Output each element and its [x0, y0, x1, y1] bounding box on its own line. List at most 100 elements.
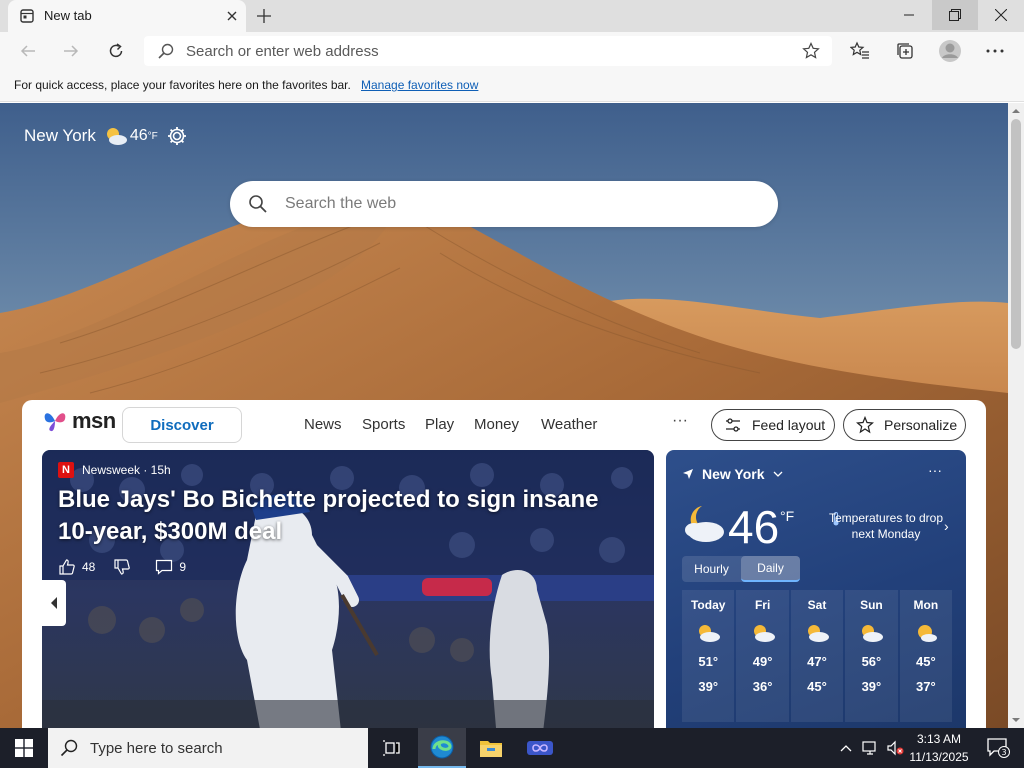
weather-card[interactable]: New York ··· 46 °F Temperatures to drop …: [666, 450, 966, 728]
forecast-day[interactable]: Sun 56° 39°: [845, 590, 898, 722]
page-scrollbar[interactable]: [1008, 103, 1024, 728]
scroll-up-arrow-icon[interactable]: [1012, 107, 1020, 115]
profile-button[interactable]: [936, 37, 964, 65]
hero-source-label: Newsweek · 15h: [82, 463, 171, 477]
forecast-low: 39°: [861, 679, 882, 694]
app-taskbar-button[interactable]: [516, 728, 564, 768]
back-arrow-icon: [20, 45, 35, 57]
back-button[interactable]: [14, 37, 42, 65]
clock-time: 3:13 AM: [916, 732, 962, 746]
network-status-button[interactable]: [860, 728, 882, 768]
partly-cloudy-icon: [753, 625, 775, 642]
chevron-left-icon: [51, 597, 57, 609]
feed-layout-button[interactable]: Feed layout: [711, 409, 835, 441]
thumbs-down-icon: [114, 559, 131, 575]
tab-daily[interactable]: Daily: [741, 556, 800, 582]
web-search-box[interactable]: [230, 181, 778, 227]
forecast-day-name: Today: [690, 598, 726, 612]
forecast-high: 49°: [752, 654, 773, 669]
forecast-high: 56°: [861, 654, 882, 669]
tab-hourly[interactable]: Hourly: [682, 556, 741, 582]
comment-icon: [156, 559, 173, 575]
search-icon: [60, 739, 78, 757]
address-bar[interactable]: [144, 36, 832, 66]
start-button[interactable]: [0, 728, 48, 768]
minimize-icon: [904, 14, 914, 16]
hero-source[interactable]: N Newsweek · 15h: [58, 462, 171, 478]
close-window-button[interactable]: [978, 0, 1024, 30]
partly-cloudy-night-icon: [106, 128, 127, 145]
gear-icon[interactable]: [166, 125, 188, 147]
weather-alert[interactable]: Temperatures to drop next Monday: [826, 510, 946, 542]
forecast-day[interactable]: Sat 47° 45°: [790, 590, 844, 722]
weather-card-more-button[interactable]: ···: [928, 462, 942, 478]
forecast-day[interactable]: Mon 45° 37°: [899, 590, 953, 722]
restore-button[interactable]: [932, 0, 978, 30]
forecast-toggle: Hourly Daily: [682, 556, 800, 582]
volume-muted-icon: [887, 740, 904, 756]
tab-news[interactable]: News: [304, 416, 342, 433]
minimize-button[interactable]: [886, 0, 932, 30]
windows-taskbar: 3:13 AM 11/13/2025 3: [0, 728, 1024, 768]
folder-icon: [480, 741, 502, 757]
location-arrow-icon: [683, 469, 693, 479]
chevron-up-icon: [840, 745, 852, 752]
add-favorite-star-icon[interactable]: [802, 42, 820, 60]
msn-logo-text: msn: [72, 408, 116, 433]
partly-cloudy-icon: [808, 625, 830, 642]
nav-more-button[interactable]: ···: [672, 412, 688, 430]
search-icon: [158, 43, 174, 59]
tab-sports[interactable]: Sports: [362, 416, 405, 433]
personalize-button[interactable]: Personalize: [843, 409, 966, 441]
top-weather-widget[interactable]: New York 46 °F: [24, 125, 188, 147]
forward-button[interactable]: [57, 37, 85, 65]
file-explorer-button[interactable]: [467, 728, 515, 768]
system-clock[interactable]: 3:13 AM 11/13/2025: [906, 730, 972, 766]
taskbar-search-box[interactable]: [48, 728, 368, 768]
manage-favorites-link[interactable]: Manage favorites now: [361, 78, 478, 92]
hero-news-card[interactable]: N Newsweek · 15h Blue Jays' Bo Bichette …: [42, 450, 654, 728]
msn-logo[interactable]: msn: [42, 408, 116, 434]
settings-more-button[interactable]: [981, 37, 1009, 65]
dislike-button[interactable]: [113, 558, 137, 576]
forecast-day[interactable]: Fri 49° 36°: [736, 590, 789, 722]
tab-new-tab[interactable]: New tab: [8, 0, 246, 32]
action-center-button[interactable]: 3: [978, 728, 1018, 768]
like-button[interactable]: 48: [58, 558, 95, 576]
tab-money[interactable]: Money: [474, 416, 519, 433]
scrollbar-thumb[interactable]: [1011, 119, 1021, 349]
edge-taskbar-button[interactable]: [418, 728, 466, 768]
tab-play[interactable]: Play: [425, 416, 454, 433]
forecast-low: 36°: [752, 679, 773, 694]
show-hidden-icons-button[interactable]: [836, 728, 856, 768]
collections-button[interactable]: [891, 37, 919, 65]
tab-weather[interactable]: Weather: [541, 416, 597, 433]
forecast-day-name: Mon: [913, 598, 939, 612]
hero-actions: 48 9: [58, 558, 204, 576]
forecast-day-name: Fri: [754, 598, 771, 612]
forecast-day[interactable]: Today 51° 39°: [682, 590, 735, 722]
refresh-button[interactable]: [102, 37, 130, 65]
comment-count: 9: [179, 560, 187, 574]
tab-discover[interactable]: Discover: [122, 407, 242, 443]
partly-cloudy-icon: [862, 625, 884, 642]
web-search-input[interactable]: [285, 181, 745, 227]
weather-card-location[interactable]: New York: [682, 466, 791, 482]
close-icon: [995, 9, 1007, 21]
scroll-down-arrow-icon[interactable]: [1012, 716, 1020, 724]
hero-headline[interactable]: Blue Jays' Bo Bichette projected to sign…: [58, 484, 628, 548]
chevron-right-icon[interactable]: ›: [944, 518, 949, 534]
task-view-button[interactable]: [368, 728, 416, 768]
comments-button[interactable]: 9: [155, 558, 186, 576]
forecast-high: 51°: [698, 654, 719, 669]
volume-button[interactable]: [884, 728, 906, 768]
chevron-down-icon: [773, 471, 782, 477]
address-input[interactable]: [186, 36, 766, 66]
carousel-prev-button[interactable]: [42, 580, 66, 626]
favorites-button[interactable]: [846, 37, 874, 65]
new-tab-button[interactable]: [252, 4, 276, 28]
taskbar-search-input[interactable]: [90, 739, 340, 757]
forecast-high: 47°: [807, 654, 827, 669]
tab-close-button[interactable]: [222, 6, 242, 26]
windows-logo-icon: [15, 739, 33, 757]
